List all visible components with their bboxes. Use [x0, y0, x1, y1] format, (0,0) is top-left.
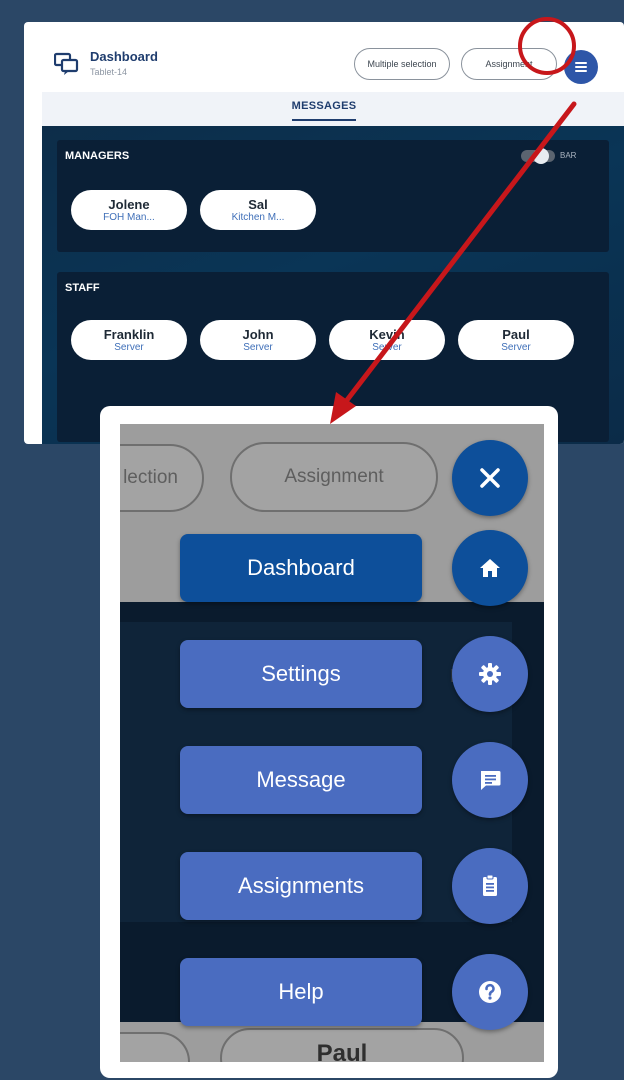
clipboard-icon [483, 874, 497, 896]
person-chip-kevin[interactable]: Kevin Server [329, 320, 445, 360]
managers-title: MANAGERS [65, 150, 130, 162]
help-icon [479, 981, 501, 1003]
menu-item-help[interactable]: Help [180, 958, 422, 1026]
tab-messages[interactable]: MESSAGES [24, 100, 624, 112]
hamburger-icon [575, 62, 587, 72]
person-chip-jolene[interactable]: Jolene FOH Man... [71, 190, 187, 230]
device-subtitle: Tablet-14 [90, 67, 128, 77]
person-name: John [242, 326, 274, 342]
assignments-menu-button[interactable] [452, 848, 528, 924]
home-icon [480, 559, 500, 577]
highlight-circle [518, 17, 576, 75]
staff-title: STAFF [65, 282, 100, 294]
person-role: Server [372, 341, 402, 353]
person-name: Sal [248, 196, 268, 212]
person-role: Server [501, 341, 531, 353]
gear-icon [479, 663, 501, 685]
multiple-selection-button-zoomed[interactable]: lection [120, 444, 204, 512]
toggle-knob [533, 148, 549, 164]
person-role: Server [114, 341, 144, 353]
person-name: Paul [502, 326, 530, 342]
person-chip-franklin[interactable]: Franklin Server [71, 320, 187, 360]
zoom-inset: lection Assignment Paul B Dashboard Sett… [120, 424, 544, 1062]
managers-panel: MANAGERS BAR Jolene FOH Man... Sal Kitch… [57, 140, 609, 252]
message-icon [481, 771, 501, 790]
person-role: Server [243, 341, 273, 353]
person-name: Franklin [103, 326, 155, 342]
tab-underline [292, 119, 356, 121]
tab-bar: MESSAGES [42, 92, 624, 127]
close-icon [480, 468, 500, 488]
person-chip-paul-zoomed[interactable]: Paul [220, 1028, 464, 1062]
person-name: Kevin [369, 326, 405, 342]
menu-item-settings[interactable]: Settings [180, 640, 422, 708]
menu-item-message[interactable]: Message [180, 746, 422, 814]
message-board: MANAGERS BAR Jolene FOH Man... Sal Kitch… [42, 126, 624, 444]
settings-menu-button[interactable] [452, 636, 528, 712]
assignment-button-zoomed[interactable]: Assignment [230, 442, 438, 512]
bar-label: BAR [560, 151, 577, 160]
dashboard-menu-button[interactable] [452, 530, 528, 606]
chat-icon [53, 52, 80, 76]
menu-item-dashboard[interactable]: Dashboard [180, 534, 422, 602]
person-role: Kitchen M... [231, 211, 285, 223]
multiple-selection-button[interactable]: Multiple selection [354, 48, 450, 80]
close-menu-button[interactable] [452, 440, 528, 516]
person-name: Jolene [108, 196, 150, 212]
message-menu-button[interactable] [452, 742, 528, 818]
help-menu-button[interactable] [452, 954, 528, 1030]
person-role: FOH Man... [103, 211, 155, 223]
app-screenshot: Dashboard Tablet-14 Multiple selection A… [24, 22, 624, 444]
person-chip-sal[interactable]: Sal Kitchen M... [200, 190, 316, 230]
menu-item-assignments[interactable]: Assignments [180, 852, 422, 920]
person-chip-paul[interactable]: Paul Server [458, 320, 574, 360]
person-chip-john[interactable]: John Server [200, 320, 316, 360]
page-title: Dashboard [90, 49, 158, 64]
